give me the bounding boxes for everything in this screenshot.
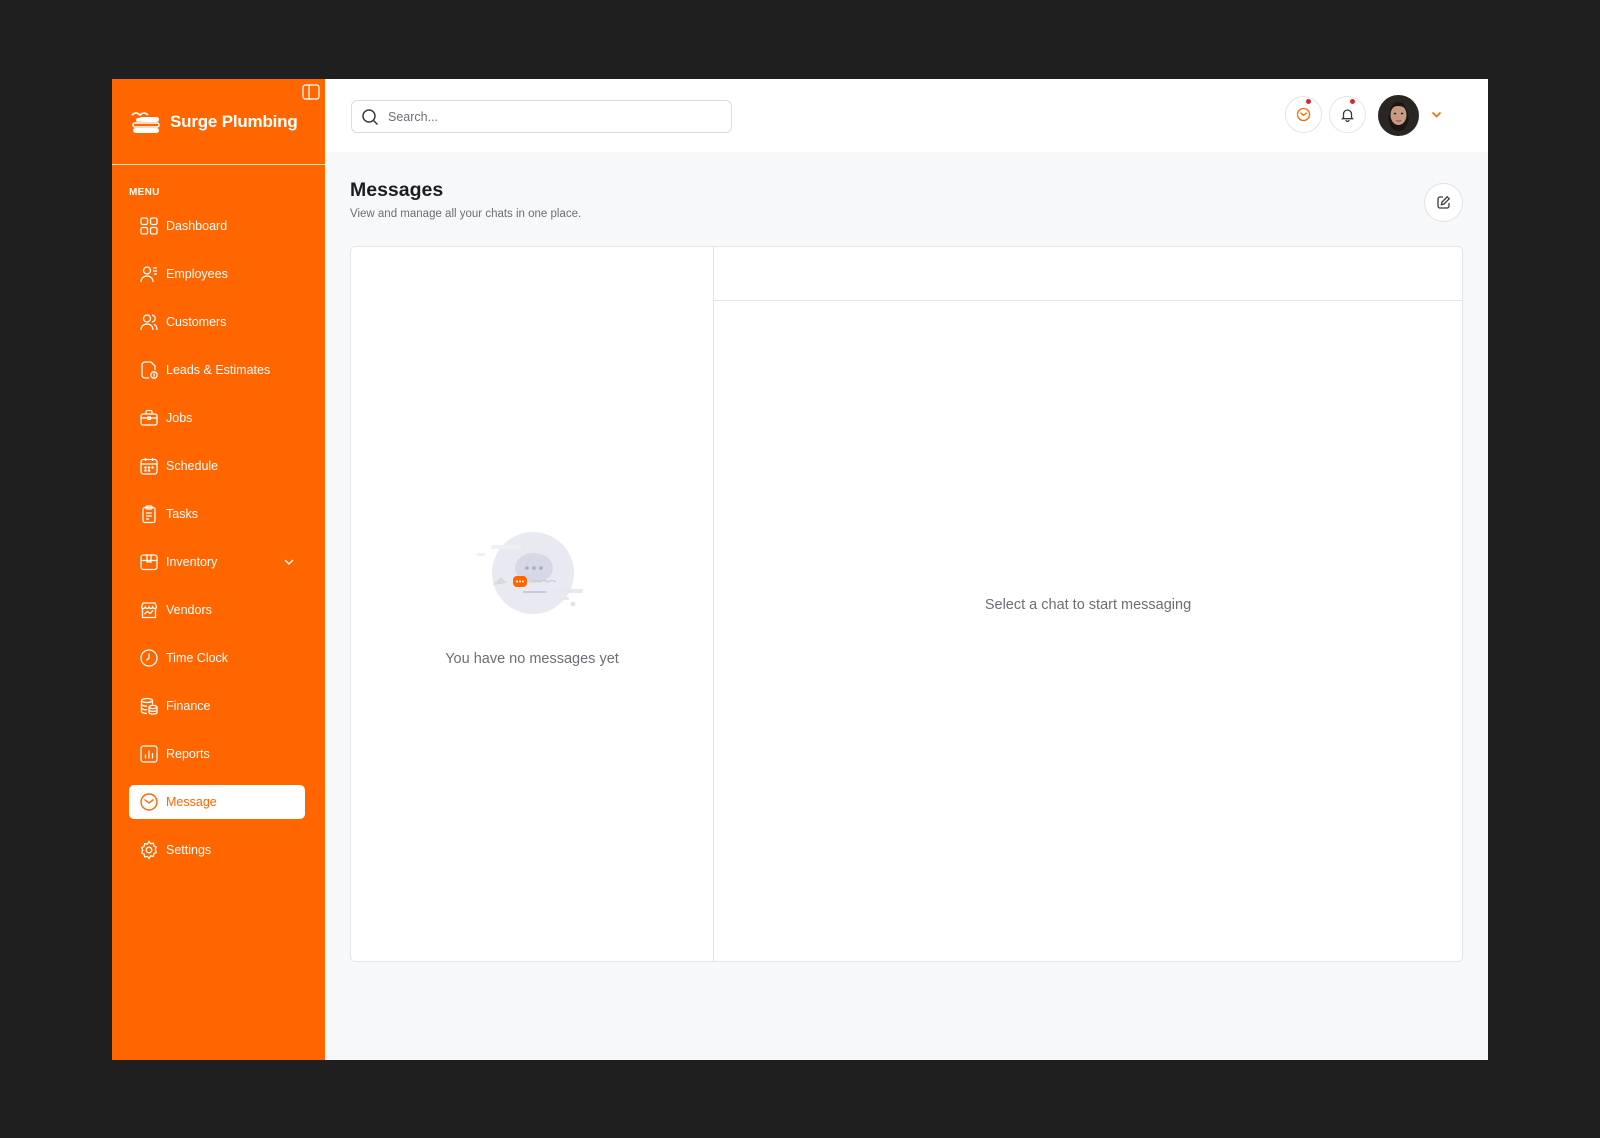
sidebar-item-label: Tasks bbox=[166, 507, 198, 521]
sidebar-item-message[interactable]: Message bbox=[129, 785, 305, 819]
calendar-icon bbox=[140, 458, 158, 475]
customers-icon bbox=[140, 314, 158, 331]
chart-icon bbox=[140, 745, 158, 763]
briefcase-icon bbox=[140, 409, 158, 426]
sidebar-item-tasks[interactable]: Tasks bbox=[129, 497, 305, 531]
bell-icon bbox=[1341, 109, 1354, 122]
sidebar-nav: Dashboard Employees Customers Leads & Es… bbox=[112, 209, 325, 867]
sidebar-item-label: Dashboard bbox=[166, 219, 228, 233]
compose-message-button[interactable] bbox=[1424, 183, 1463, 222]
sidebar-item-schedule[interactable]: Schedule bbox=[129, 449, 305, 483]
clock-icon bbox=[140, 649, 158, 667]
sidebar-item-customers[interactable]: Customers bbox=[129, 305, 305, 339]
brand[interactable]: Surge Plumbing bbox=[112, 79, 325, 165]
page-title: Messages bbox=[350, 179, 444, 201]
coins-icon bbox=[140, 697, 158, 715]
message-icon bbox=[140, 793, 158, 811]
sidebar: Surge Plumbing MENU Dashboard Employees bbox=[112, 79, 325, 1060]
gear-icon bbox=[140, 840, 158, 860]
chat-header bbox=[714, 247, 1462, 301]
avatar[interactable] bbox=[1378, 95, 1419, 136]
main-content: Messages View and manage all your chats … bbox=[325, 79, 1488, 1060]
notifications-button[interactable] bbox=[1329, 96, 1366, 133]
sidebar-item-label: Vendors bbox=[166, 603, 212, 617]
edit-icon bbox=[1437, 195, 1451, 209]
message-icon bbox=[1296, 107, 1311, 122]
chat-pane: Select a chat to start messaging bbox=[714, 247, 1462, 961]
brand-name: Surge Plumbing bbox=[170, 111, 298, 131]
page-header: Messages View and manage all your chats … bbox=[325, 152, 1488, 246]
select-chat-hint: Select a chat to start messaging bbox=[984, 597, 1192, 613]
messages-badge bbox=[1305, 98, 1312, 105]
sidebar-item-label: Inventory bbox=[166, 555, 218, 569]
user-avatar-icon bbox=[1378, 95, 1419, 136]
chevron-down-icon[interactable] bbox=[1430, 108, 1443, 121]
sidebar-item-label: Schedule bbox=[166, 459, 219, 473]
sidebar-item-label: Customers bbox=[166, 315, 227, 329]
clipboard-icon bbox=[142, 505, 156, 524]
sidebar-item-dashboard[interactable]: Dashboard bbox=[129, 209, 305, 243]
messages-panel: You have no messages yet Select a chat t… bbox=[350, 246, 1463, 962]
empty-messages-text: You have no messages yet bbox=[445, 651, 619, 667]
top-bar bbox=[325, 79, 1488, 152]
sidebar-item-jobs[interactable]: Jobs bbox=[129, 401, 305, 435]
sidebar-item-label: Message bbox=[166, 795, 217, 809]
app-window: Surge Plumbing MENU Dashboard Employees bbox=[112, 79, 1488, 1060]
search-box[interactable] bbox=[351, 100, 732, 133]
sidebar-item-time-clock[interactable]: Time Clock bbox=[129, 641, 305, 675]
employees-icon bbox=[140, 266, 157, 283]
empty-chat-illustration-icon bbox=[477, 532, 583, 614]
sidebar-item-label: Employees bbox=[166, 267, 228, 281]
chat-list: You have no messages yet bbox=[351, 247, 714, 961]
sidebar-item-leads-estimates[interactable]: Leads & Estimates bbox=[129, 353, 305, 387]
sidebar-item-settings[interactable]: Settings bbox=[129, 833, 305, 867]
sidebar-item-label: Finance bbox=[166, 699, 211, 713]
sidebar-item-reports[interactable]: Reports bbox=[129, 737, 305, 771]
sidebar-item-label: Leads & Estimates bbox=[166, 363, 271, 377]
chevron-down-icon[interactable] bbox=[283, 556, 295, 568]
box-icon bbox=[140, 554, 158, 571]
sidebar-item-label: Reports bbox=[166, 747, 210, 761]
sidebar-item-label: Jobs bbox=[166, 411, 193, 425]
sidebar-item-finance[interactable]: Finance bbox=[129, 689, 305, 723]
notifications-badge bbox=[1349, 98, 1356, 105]
sidebar-collapse-icon[interactable] bbox=[302, 84, 320, 100]
grid-icon bbox=[140, 217, 158, 235]
sidebar-item-inventory[interactable]: Inventory bbox=[129, 545, 305, 579]
document-dollar-icon bbox=[141, 361, 158, 379]
search-icon bbox=[362, 108, 379, 125]
page-subtitle: View and manage all your chats in one pl… bbox=[350, 208, 582, 220]
surge-plumbing-logo-icon bbox=[131, 111, 160, 133]
store-icon bbox=[140, 602, 158, 619]
sidebar-item-employees[interactable]: Employees bbox=[129, 257, 305, 291]
menu-section-title: MENU bbox=[129, 187, 160, 198]
sidebar-item-label: Time Clock bbox=[166, 651, 229, 665]
search-input[interactable] bbox=[388, 109, 708, 124]
sidebar-item-vendors[interactable]: Vendors bbox=[129, 593, 305, 627]
messages-button[interactable] bbox=[1285, 96, 1322, 133]
sidebar-item-label: Settings bbox=[166, 843, 212, 857]
